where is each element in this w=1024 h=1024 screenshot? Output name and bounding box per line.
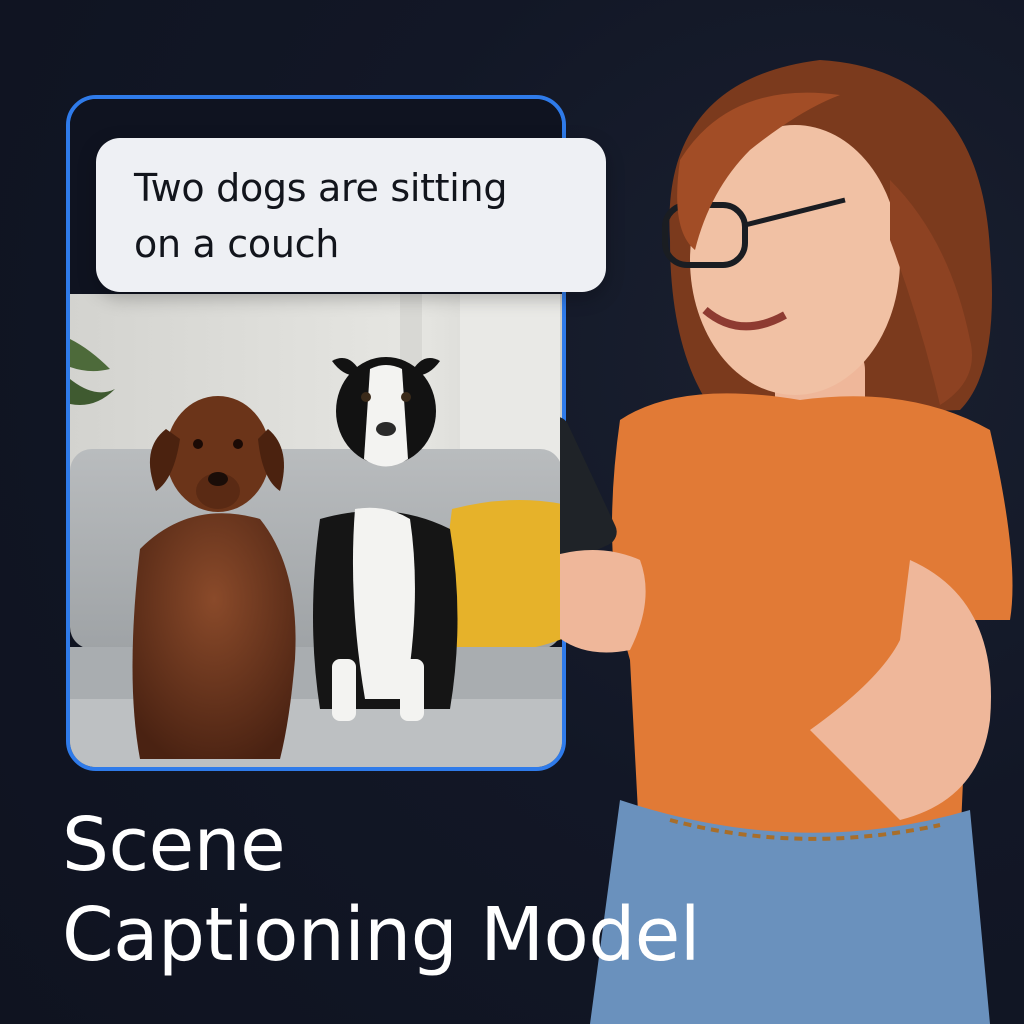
caption-text: Two dogs are sitting on a couch: [134, 166, 508, 266]
title-line-2: Captioning Model: [62, 892, 700, 978]
smartphone-icon: [560, 416, 617, 564]
caption-bubble: Two dogs are sitting on a couch: [96, 138, 606, 292]
promo-graphic: Two dogs are sitting on a couch Scene Ca…: [0, 0, 1024, 1024]
title-line-1: Scene: [62, 802, 286, 888]
page-title: Scene Captioning Model: [62, 800, 822, 980]
